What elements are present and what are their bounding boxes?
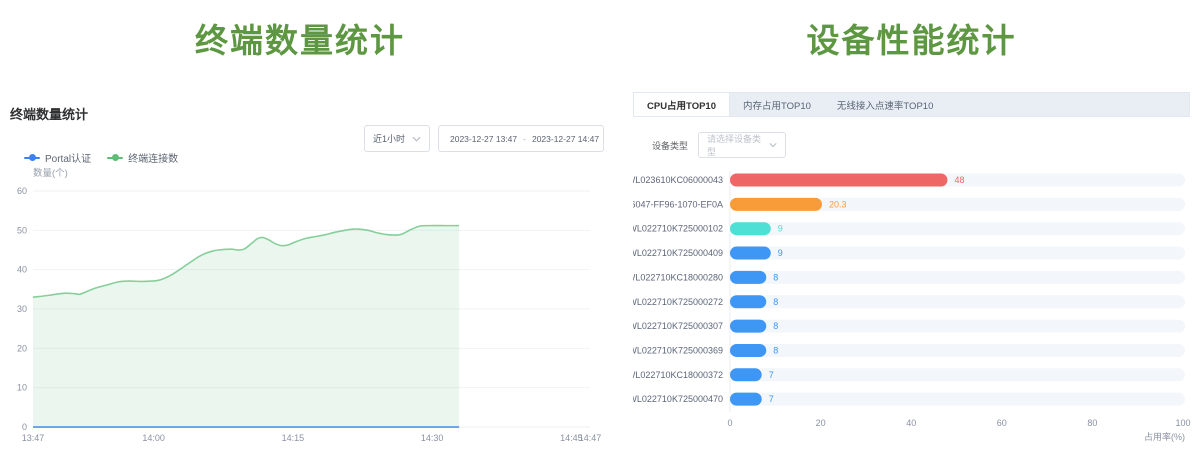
time-range-value: 近1小时 — [373, 132, 405, 145]
date-separator: - — [521, 134, 528, 144]
bar-track — [730, 393, 1185, 406]
x-tick-label: 40 — [906, 418, 916, 428]
bar-category-label: WL022710K725000409 — [633, 248, 723, 258]
bar-value-label: 8 — [773, 321, 778, 331]
bar-category-label: WL022710K725000470 — [633, 394, 723, 404]
bar-category-label: WL022710K725000369 — [633, 345, 723, 355]
bar-value-label: 8 — [773, 297, 778, 307]
x-tick-label: 100 — [1175, 418, 1190, 428]
x-tick-label: 0 — [727, 418, 732, 428]
legend-label: 终端连接数 — [128, 150, 178, 165]
bar — [730, 271, 766, 284]
bar-track — [730, 368, 1185, 381]
bar-value-label: 7 — [769, 370, 774, 380]
terminal-chart-controls: 近1小时 2023-12-27 13:47 - 2023-12-27 14:47 — [0, 125, 604, 152]
device-type-label: 设备类型 — [652, 139, 688, 152]
y-tick-label: 50 — [17, 225, 27, 235]
bar-track — [730, 222, 1185, 235]
terminal-line-chart: 数量(个) 0 10 20 30 40 50 60 13:47 14:00 14:15 14:30 14… — [0, 165, 612, 456]
x-axis-title: 占用率(%) — [1144, 431, 1185, 442]
bar-value-label: 20.3 — [829, 199, 847, 209]
device-type-placeholder: 请选择设备类型 — [707, 132, 763, 158]
y-tick-label: 10 — [17, 383, 27, 393]
legend-marker-icon — [24, 157, 40, 159]
tab-bar: CPU占用TOP10内存占用TOP10无线接入点速率TOP10 — [633, 92, 1190, 117]
bar-category-label: WL022710K725000307 — [633, 321, 723, 331]
bar-category-label: 6047-FF96-1070-EF0A — [633, 199, 723, 209]
y-tick-label: 30 — [17, 304, 27, 314]
bar-track — [730, 344, 1185, 357]
device-type-select[interactable]: 请选择设备类型 — [698, 132, 786, 158]
bar-track — [730, 295, 1185, 308]
bar-category-label: WL022710KC18000280 — [633, 272, 723, 282]
y-tick-label: 40 — [17, 265, 27, 275]
chart-legend: Portal认证 终端连接数 — [24, 150, 178, 165]
bar-value-label: 8 — [773, 272, 778, 282]
y-axis-title: 数量(个) — [33, 167, 68, 179]
bar-value-label: 9 — [778, 248, 783, 258]
x-tick-label: 20 — [816, 418, 826, 428]
bar-category-label: WL022710K725000102 — [633, 224, 723, 234]
bar — [730, 198, 822, 211]
time-range-select[interactable]: 近1小时 — [364, 125, 430, 152]
tab-item[interactable]: 内存占用TOP10 — [730, 93, 824, 116]
bar — [730, 344, 766, 357]
x-tick-label: 60 — [997, 418, 1007, 428]
chevron-down-icon — [769, 142, 777, 148]
performance-section-title: 设备性能统计 — [633, 14, 1190, 62]
dashboard: 终端数量统计 设备性能统计 终端数量统计 近1小时 2023-12-27 13:… — [0, 0, 1200, 456]
y-tick-label: 0 — [22, 422, 27, 432]
bar — [730, 393, 762, 406]
bar-value-label: 7 — [769, 394, 774, 404]
bar-category-label: WL023610KC06000043 — [633, 175, 723, 185]
x-tick-label: 14:30 — [421, 433, 444, 443]
bar-track — [730, 247, 1185, 260]
x-tick-label: 80 — [1087, 418, 1097, 428]
bar — [730, 174, 947, 187]
terminal-section-title: 终端数量统计 — [0, 14, 600, 62]
legend-label: Portal认证 — [45, 150, 91, 165]
bar-value-label: 48 — [954, 175, 964, 185]
cpu-top10-bar-chart: WL023610KC06000043 48 6047-FF96-1070-EF0A 2… — [633, 165, 1200, 456]
bar-category-label: WL022710K725000272 — [633, 297, 723, 307]
date-end[interactable]: 2023-12-27 14:47 — [532, 134, 599, 144]
bar — [730, 222, 771, 235]
terminal-panel-title: 终端数量统计 — [10, 104, 88, 123]
date-range-picker[interactable]: 2023-12-27 13:47 - 2023-12-27 14:47 — [438, 125, 604, 152]
terminal-series-area — [33, 226, 459, 427]
tab-item[interactable]: 无线接入点速率TOP10 — [824, 93, 946, 116]
chevron-down-icon — [412, 136, 421, 142]
legend-item[interactable]: Portal认证 — [24, 150, 91, 165]
x-tick-label: 14:15 — [282, 433, 305, 443]
bar — [730, 368, 762, 381]
tab-active[interactable]: CPU占用TOP10 — [634, 93, 730, 116]
y-tick-label: 20 — [17, 343, 27, 353]
x-tick-label: 14:00 — [142, 433, 165, 443]
x-tick-label: 13:47 — [22, 433, 45, 443]
device-type-row: 设备类型 请选择设备类型 — [652, 132, 786, 158]
bar-category-label: WL022710KC18000372 — [633, 370, 723, 380]
bar-value-label: 8 — [773, 345, 778, 355]
bar-track — [730, 320, 1185, 333]
bar — [730, 247, 771, 260]
legend-item[interactable]: 终端连接数 — [107, 150, 178, 165]
bar — [730, 320, 766, 333]
y-tick-label: 60 — [17, 186, 27, 196]
x-tick-label: 14:47 — [579, 433, 602, 443]
bar-track — [730, 271, 1185, 284]
bar-value-label: 9 — [778, 224, 783, 234]
bar — [730, 295, 766, 308]
date-start[interactable]: 2023-12-27 13:47 — [450, 134, 517, 144]
legend-marker-icon — [107, 157, 123, 159]
